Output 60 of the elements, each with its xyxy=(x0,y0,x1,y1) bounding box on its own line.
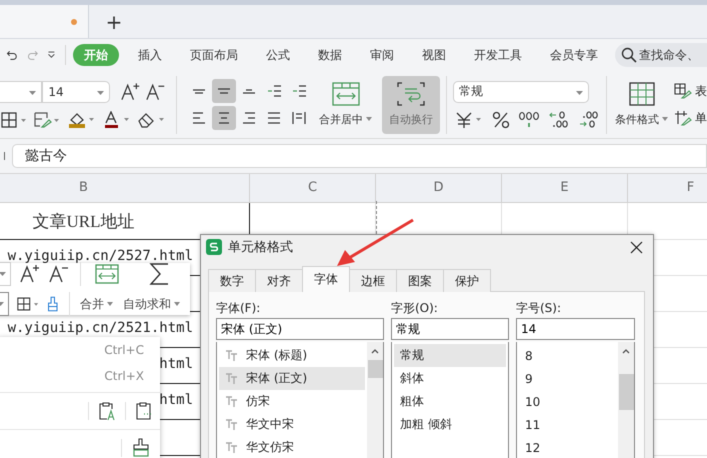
list-option[interactable]: 宋体 (标题) xyxy=(219,344,365,367)
ribbon-tab[interactable]: 审阅 xyxy=(359,44,405,66)
ribbon-tab[interactable]: 会员专享 xyxy=(539,44,609,66)
field-label: 字形(O): xyxy=(391,300,439,317)
dialog-title: 单元格格式 xyxy=(228,239,293,256)
shortcut-text: Ctrl+C xyxy=(104,343,144,357)
list-option[interactable]: 10 xyxy=(519,390,616,413)
field-label: 字号(S): xyxy=(516,300,562,317)
ribbon-tab[interactable]: 数据 xyxy=(307,44,353,66)
shortcut-text: Ctrl+X xyxy=(104,369,144,383)
list-option[interactable]: 9 xyxy=(519,367,616,390)
dialog-tab[interactable]: 数字 xyxy=(208,269,256,292)
url-cell-text: html xyxy=(159,392,193,408)
table-style-button[interactable]: 表 xyxy=(674,82,707,100)
dialog-tab[interactable]: 字体 xyxy=(302,266,350,292)
header-cell-text: 文章URL地址 xyxy=(32,210,134,232)
list-option[interactable]: 11 xyxy=(519,413,616,436)
list-option[interactable]: 8 xyxy=(519,344,616,367)
dialog-tab[interactable]: 边框 xyxy=(349,269,397,292)
list-option[interactable]: 斜体 xyxy=(394,367,506,390)
mini-toolbar-button[interactable]: 合并 xyxy=(80,296,113,312)
ribbon-tab[interactable]: 视图 xyxy=(411,44,457,66)
list-option[interactable]: 12 xyxy=(519,436,616,458)
list-option[interactable]: 粗体 xyxy=(394,390,506,413)
column-header[interactable]: E xyxy=(502,174,628,202)
font-field[interactable]: 宋体 (正文) xyxy=(216,318,384,340)
dialog-tab[interactable]: 对齐 xyxy=(255,269,303,292)
new-tab-button[interactable]: + xyxy=(89,5,139,38)
column-header[interactable]: F xyxy=(628,174,707,202)
conditional-format-button[interactable]: 条件格式 xyxy=(613,76,670,134)
font-field[interactable]: 常规 xyxy=(391,318,509,340)
column-header[interactable]: C xyxy=(250,174,376,202)
url-cell-text: html xyxy=(159,356,193,372)
search-field[interactable]: 查找命令、 xyxy=(615,43,707,67)
column-header[interactable]: D xyxy=(376,174,502,202)
list-option[interactable]: 宋体 (正文) xyxy=(219,367,365,390)
mini-toolbar-button[interactable]: 自动求和 xyxy=(123,296,180,312)
list-option[interactable]: 华文中宋 xyxy=(219,413,365,436)
cell-style-button[interactable]: 单 xyxy=(674,110,707,126)
field-label: 字体(F): xyxy=(216,300,262,317)
ribbon-tab[interactable]: 插入 xyxy=(127,44,173,66)
dialog-tab[interactable]: 图案 xyxy=(396,269,444,292)
list-option[interactable]: 仿宋 xyxy=(219,390,365,413)
ribbon-tab[interactable]: 公式 xyxy=(255,44,301,66)
column-header[interactable]: B xyxy=(0,174,250,202)
url-cell-text: w.yiguiip.cn/2527.html xyxy=(8,248,193,264)
formula-input[interactable]: 懿古今 xyxy=(12,144,707,168)
list-option[interactable]: 常规 xyxy=(394,344,506,367)
font-size-dropdown[interactable]: 14 xyxy=(42,80,110,102)
list-option[interactable]: 加粗 倾斜 xyxy=(394,413,506,436)
ribbon-tab[interactable]: 页面布局 xyxy=(179,44,249,66)
number-format-dropdown[interactable]: 常规 xyxy=(453,80,589,102)
ribbon-tab[interactable]: 开发工具 xyxy=(463,44,533,66)
number-format-value: 常规 xyxy=(458,83,483,100)
list-option[interactable]: 华文仿宋 xyxy=(219,436,365,458)
merge-center-button[interactable]: 合并居中 xyxy=(315,76,376,134)
font-size-value: 14 xyxy=(47,84,64,98)
dialog-tab[interactable]: 保护 xyxy=(443,269,491,292)
url-cell-text: w.yiguiip.cn/2521.html xyxy=(8,320,193,336)
font-field[interactable]: 14 xyxy=(516,318,635,340)
